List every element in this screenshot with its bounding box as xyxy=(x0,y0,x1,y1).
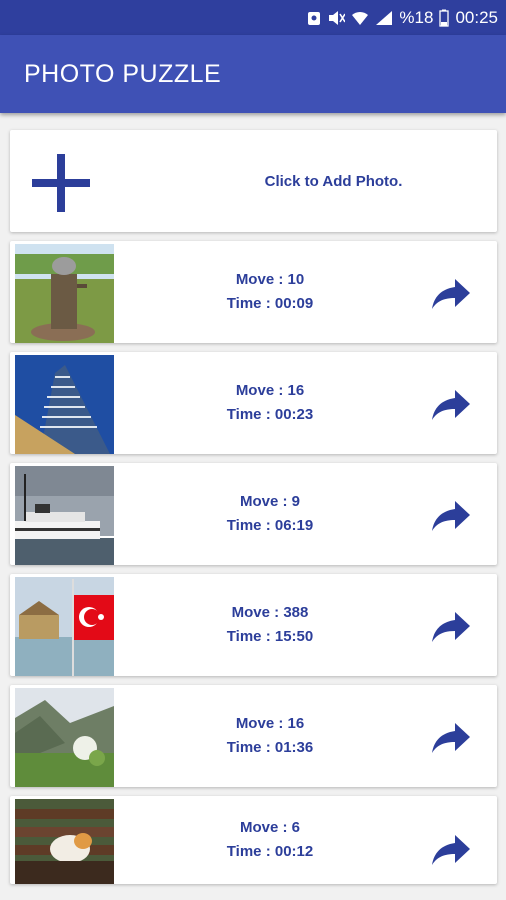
share-icon[interactable] xyxy=(431,833,471,867)
puzzle-card[interactable]: Move : 6 Time : 00:12 xyxy=(10,796,497,884)
share-icon[interactable] xyxy=(431,277,471,311)
time-elapsed: Time : 00:23 xyxy=(226,406,314,423)
wifi-icon xyxy=(351,10,369,26)
share-icon[interactable] xyxy=(431,499,471,533)
move-count: Move : 388 xyxy=(231,604,309,621)
puzzle-thumbnail-flag xyxy=(15,577,114,676)
puzzle-thumbnail-ferry xyxy=(15,466,114,565)
puzzle-card[interactable]: Move : 16 Time : 01:36 xyxy=(10,685,497,787)
puzzle-stats: Move : 388 Time : 15:50 xyxy=(120,574,420,676)
move-count: Move : 16 xyxy=(235,382,305,399)
move-count: Move : 10 xyxy=(235,271,305,288)
puzzle-thumbnail-cat xyxy=(15,799,114,884)
signal-icon xyxy=(375,10,393,26)
battery-percent: %18 xyxy=(399,7,434,27)
move-count: Move : 9 xyxy=(239,493,300,510)
puzzle-card[interactable]: Move : 9 Time : 06:19 xyxy=(10,463,497,565)
puzzle-card[interactable]: Move : 388 Time : 15:50 xyxy=(10,574,497,676)
puzzle-stats: Move : 9 Time : 06:19 xyxy=(120,463,420,565)
time-elapsed: Time : 01:36 xyxy=(226,739,314,756)
puzzle-stats: Move : 6 Time : 00:12 xyxy=(120,796,420,884)
puzzle-thumbnail-tower xyxy=(15,355,114,454)
clock: 00:25 xyxy=(455,7,498,27)
puzzle-stats: Move : 10 Time : 00:09 xyxy=(120,241,420,343)
time-elapsed: Time : 00:09 xyxy=(226,295,314,312)
share-icon[interactable] xyxy=(431,721,471,755)
plus-icon xyxy=(32,154,90,212)
puzzle-card[interactable]: Move : 16 Time : 00:23 xyxy=(10,352,497,454)
notification-icon xyxy=(307,10,321,26)
puzzle-stats: Move : 16 Time : 00:23 xyxy=(120,352,420,454)
add-photo-card[interactable]: Click to Add Photo. xyxy=(10,130,497,232)
share-icon[interactable] xyxy=(431,388,471,422)
status-bar: %18 00:25 xyxy=(0,0,506,35)
puzzle-card[interactable]: Move : 10 Time : 00:09 xyxy=(10,241,497,343)
time-elapsed: Time : 06:19 xyxy=(226,517,314,534)
share-icon[interactable] xyxy=(431,610,471,644)
time-elapsed: Time : 15:50 xyxy=(226,628,314,645)
move-count: Move : 16 xyxy=(235,715,305,732)
app-bar: PHOTO PUZZLE xyxy=(0,35,506,113)
time-elapsed: Time : 00:12 xyxy=(226,843,314,860)
move-count: Move : 6 xyxy=(239,819,300,836)
puzzle-stats: Move : 16 Time : 01:36 xyxy=(120,685,420,787)
app-title: PHOTO PUZZLE xyxy=(24,59,222,88)
battery-icon xyxy=(439,9,450,27)
mute-icon xyxy=(327,10,346,26)
add-photo-label: Click to Add Photo. xyxy=(264,172,403,190)
puzzle-thumbnail-mountains xyxy=(15,688,114,787)
puzzle-thumbnail-samovar xyxy=(15,244,114,343)
